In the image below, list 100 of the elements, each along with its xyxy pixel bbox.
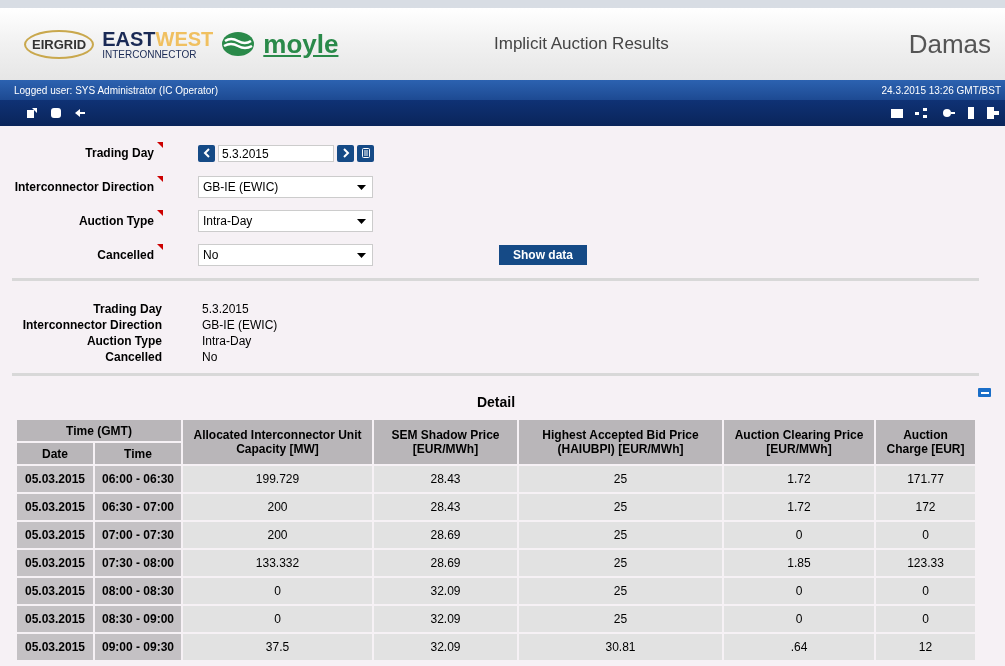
- table-cell: 25: [519, 550, 722, 576]
- field-label: Interconnector Direction: [14, 180, 154, 194]
- table-cell: 09:00 - 09:30: [95, 634, 181, 660]
- device-icon[interactable]: [967, 107, 975, 119]
- logo-text: WEST: [155, 27, 214, 50]
- caret-icon: [357, 252, 366, 258]
- table-cell: 07:30 - 08:00: [95, 550, 181, 576]
- table-cell: 05.03.2015: [17, 606, 93, 632]
- collapse-button[interactable]: [978, 388, 991, 397]
- column-header: Date: [17, 443, 93, 464]
- logo-text: INTERCONNECTOR: [102, 48, 198, 60]
- table-cell: 0: [876, 606, 975, 632]
- summary-label: Auction Type: [85, 333, 162, 349]
- table-cell: 05.03.2015: [17, 494, 93, 520]
- eirgrid-logo: EIRGRID: [24, 29, 95, 59]
- table-cell: 1.85: [724, 550, 874, 576]
- table-cell: 12: [876, 634, 975, 660]
- table-cell: 200: [183, 522, 372, 548]
- table-cell: 172: [876, 494, 975, 520]
- calendar-button[interactable]: [357, 144, 374, 162]
- table-cell: 25: [519, 522, 722, 548]
- table-cell: 171.77: [876, 466, 975, 492]
- field-label: Auction Type: [78, 214, 154, 228]
- table-cell: 25: [519, 466, 722, 492]
- caret-icon: [357, 218, 366, 224]
- moyle-logo: moyle: [263, 28, 339, 60]
- date-field[interactable]: 5.3.2015: [218, 144, 334, 162]
- table-cell: 08:00 - 08:30: [95, 578, 181, 604]
- back-arrow-icon[interactable]: [74, 107, 86, 119]
- table-cell: 0: [724, 606, 874, 632]
- logout-icon[interactable]: [987, 107, 999, 119]
- table-cell: 05.03.2015: [17, 466, 93, 492]
- table-cell: 0: [724, 578, 874, 604]
- table-cell: 0: [183, 578, 372, 604]
- table-cell: 0: [724, 522, 874, 548]
- table-cell: 28.43: [374, 466, 517, 492]
- column-header: Highest Accepted Bid Price (HAIUBPI) [EUR/MWh]: [519, 420, 722, 464]
- summary-value: GB-IE (EWIC): [202, 317, 278, 333]
- minus-icon: [980, 391, 989, 394]
- table-cell: 1.72: [724, 494, 874, 520]
- table-cell: 05.03.2015: [17, 634, 93, 660]
- table-cell: 05.03.2015: [17, 550, 93, 576]
- page-title: Implicit Auction Results: [494, 34, 670, 54]
- logged-user: Logged user: SYS Administrator (IC Operator): [14, 84, 218, 96]
- table-cell: 30.81: [519, 634, 722, 660]
- table-cell: 200: [183, 494, 372, 520]
- table-cell: 06:30 - 07:00: [95, 494, 181, 520]
- table-cell: 25: [519, 494, 722, 520]
- summary-value: Intra-Day: [202, 333, 252, 349]
- table-cell: 25: [519, 578, 722, 604]
- table-cell: 28.43: [374, 494, 517, 520]
- damas-logo: Damas: [908, 28, 991, 60]
- column-header: SEM Shadow Price [EUR/MWh]: [374, 420, 517, 464]
- table-cell: 05.03.2015: [17, 578, 93, 604]
- show-data-button[interactable]: Show data: [499, 245, 587, 265]
- dropdown[interactable]: GB-IE (EWIC): [198, 176, 373, 198]
- column-header: Allocated Interconnector Unit Capacity [MW]: [183, 420, 372, 464]
- field-label: Cancelled: [97, 248, 154, 262]
- dropdown[interactable]: No: [198, 244, 373, 266]
- table-cell: 28.69: [374, 522, 517, 548]
- table-cell: 32.09: [374, 606, 517, 632]
- previous-day-button[interactable]: [198, 144, 215, 162]
- table-cell: .64: [724, 634, 874, 660]
- table-cell: 133.332: [183, 550, 372, 576]
- table-cell: 25: [519, 606, 722, 632]
- caret-icon: [357, 184, 366, 190]
- column-header: Time: [95, 443, 181, 464]
- table-cell: 37.5: [183, 634, 372, 660]
- table-cell: 07:00 - 07:30: [95, 522, 181, 548]
- calendar-icon: [361, 148, 370, 158]
- column-header: Auction Charge [EUR]: [876, 420, 975, 464]
- dropdown[interactable]: Intra-Day: [198, 210, 373, 232]
- table-cell: 123.33: [876, 550, 975, 576]
- column-header: Auction Clearing Price [EUR/MWh]: [724, 420, 874, 464]
- field-label: Trading Day: [85, 146, 154, 160]
- date-time: 24.3.2015 13:26 GMT/BST: [881, 84, 1001, 96]
- summary-value: 5.3.2015: [202, 301, 249, 317]
- wave-logo-icon: [221, 31, 256, 57]
- table-cell: 08:30 - 09:00: [95, 606, 181, 632]
- table-cell: 0: [876, 522, 975, 548]
- table-cell: 05.03.2015: [17, 522, 93, 548]
- summary-label: Interconnector Direction: [21, 317, 162, 333]
- network-icon[interactable]: [915, 107, 929, 119]
- help-icon[interactable]: [50, 107, 62, 119]
- settings-icon[interactable]: [941, 107, 955, 119]
- table-title: Detail: [476, 394, 516, 410]
- table-cell: 199.729: [183, 466, 372, 492]
- table-cell: 28.69: [374, 550, 517, 576]
- table-cell: 06:00 - 06:30: [95, 466, 181, 492]
- summary-label: Trading Day: [92, 301, 162, 317]
- table-cell: 32.09: [374, 578, 517, 604]
- edit-icon[interactable]: [26, 107, 38, 119]
- logo-text: EAST: [102, 27, 156, 50]
- summary-value: No: [202, 349, 218, 365]
- table-cell: 1.72: [724, 466, 874, 492]
- summary-label: Cancelled: [104, 349, 162, 365]
- column-group-header: Time (GMT): [17, 420, 181, 441]
- table-cell: 0: [876, 578, 975, 604]
- next-day-button[interactable]: [337, 144, 354, 162]
- screen-icon[interactable]: [891, 107, 903, 119]
